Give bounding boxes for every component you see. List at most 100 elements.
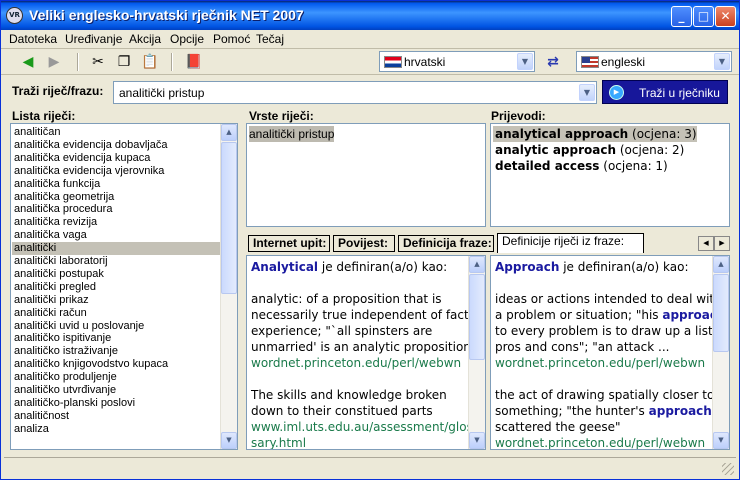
search-label: Traži riječ/frazu:	[12, 84, 104, 98]
list-item[interactable]: analitička funkcija	[14, 178, 100, 191]
list-item[interactable]: analitička revizija	[14, 216, 97, 229]
list-item[interactable]: analitički pregled	[14, 281, 96, 294]
word-list-scrollbar[interactable]: ▲ ▼	[220, 124, 237, 449]
list-item[interactable]: analitički	[12, 242, 220, 256]
app-icon: VR	[6, 7, 23, 24]
search-dictionary-button[interactable]: ▶ Traži u rječniku	[602, 80, 728, 104]
list-item[interactable]: analiza	[14, 423, 49, 436]
word-types-label: Vrste riječi:	[249, 109, 314, 123]
tab-scroll-left-icon[interactable]: ◀	[698, 236, 714, 251]
menu-datoteka[interactable]: Datoteka	[9, 32, 57, 46]
source-link[interactable]: sary.html	[251, 435, 306, 449]
croatian-flag-icon	[384, 56, 402, 68]
translations-panel: analytical approach (ocjena: 3) analytic …	[490, 123, 730, 227]
paste-icon[interactable]: 📋	[139, 52, 161, 72]
definition-heading: Analytical je definiran(a/o) kao:	[251, 259, 447, 275]
list-item[interactable]: analitička procedura	[14, 203, 112, 216]
source-language-select[interactable]: hrvatski ▼	[379, 51, 535, 72]
resize-grip-icon[interactable]	[722, 463, 734, 475]
translation-item[interactable]: detailed access (ocjena: 1)	[495, 158, 668, 174]
definition-fragment: pros and cons"; "an attack ...	[495, 340, 670, 354]
defined-word[interactable]: Approach	[495, 260, 559, 274]
list-item[interactable]: analitičko istraživanje	[14, 345, 118, 358]
scroll-thumb[interactable]	[713, 274, 729, 352]
definition-text: wordnet.princeton.edu/perl/webwn	[495, 435, 705, 449]
list-item[interactable]: analitički uvid u poslovanje	[14, 320, 144, 333]
chevron-down-icon[interactable]: ▼	[579, 84, 595, 101]
us-flag-icon	[581, 56, 599, 68]
scroll-up-icon[interactable]: ▲	[221, 124, 237, 141]
menu-pomoc[interactable]: Pomoć	[213, 32, 250, 46]
definition-right-scrollbar[interactable]: ▲ ▼	[712, 256, 729, 449]
dictionary-tool-icon[interactable]: 📕	[183, 52, 205, 72]
menu-opcije[interactable]: Opcije	[170, 32, 204, 46]
definition-text: ideas or actions intended to deal with	[495, 291, 722, 307]
list-item[interactable]: analitičko ispitivanje	[14, 332, 111, 345]
definition-text: wordnet.princeton.edu/perl/webwn	[495, 355, 705, 371]
back-arrow-icon[interactable]: ◀	[17, 52, 39, 72]
list-item[interactable]: analitički laboratorij	[14, 255, 108, 268]
tab-povijest[interactable]: Povijest:	[333, 235, 395, 252]
translation-item[interactable]: analytical approach (ocjena: 3)	[493, 126, 697, 142]
list-item[interactable]: analitičko knjigovodstvo kupaca	[14, 358, 168, 371]
source-link[interactable]: wordnet.princeton.edu/perl/webwn	[495, 436, 705, 449]
chevron-down-icon[interactable]: ▼	[714, 53, 730, 70]
tab-internet-upit[interactable]: Internet upit:	[248, 235, 330, 252]
play-icon: ▶	[609, 85, 624, 100]
source-link[interactable]: www.iml.uts.edu.au/assessment/glos	[251, 419, 473, 435]
scroll-down-icon[interactable]: ▼	[221, 432, 237, 449]
definition-intro: je definiran(a/o) kao:	[559, 260, 689, 274]
minimize-button[interactable]: _	[671, 6, 692, 27]
scroll-thumb[interactable]	[469, 274, 485, 360]
list-item[interactable]: analitičko utvrđivanje	[14, 384, 116, 397]
forward-arrow-icon[interactable]: ▶	[43, 52, 65, 72]
menu-uredivanje[interactable]: Uređivanje	[65, 32, 122, 46]
list-item[interactable]: analitička geometrija	[14, 191, 114, 204]
menu-akcija[interactable]: Akcija	[129, 32, 161, 46]
translation-item[interactable]: analytic approach (ocjena: 2)	[495, 142, 684, 158]
highlighted-word[interactable]: approach	[649, 404, 712, 418]
definition-text: The skills and knowledge broken	[251, 388, 447, 402]
title-bar[interactable]: VR Veliki englesko-hrvatski rječnik NET …	[1, 1, 739, 30]
cut-icon[interactable]: ✂	[87, 52, 109, 72]
tab-scroll-right-icon[interactable]: ▶	[714, 236, 730, 251]
scroll-down-icon[interactable]: ▼	[469, 432, 485, 449]
scroll-down-icon[interactable]: ▼	[713, 432, 729, 449]
search-input-value: analitički pristup	[119, 86, 205, 100]
scroll-thumb[interactable]	[221, 142, 237, 294]
tab-definicija-fraze[interactable]: Definicija fraze:	[398, 235, 494, 252]
source-link[interactable]: wordnet.princeton.edu/perl/webwn	[495, 356, 705, 370]
copy-icon[interactable]: ❐	[113, 52, 135, 72]
chevron-down-icon[interactable]: ▼	[517, 53, 533, 70]
definition-left-scrollbar[interactable]: ▲ ▼	[468, 256, 485, 449]
list-item[interactable]: analitički prikaz	[14, 294, 89, 307]
list-item[interactable]: analitičnost	[14, 410, 69, 423]
list-item[interactable]: analitička evidencija kupaca	[14, 152, 150, 165]
definition-fragment: to every problem is to draw up a list of	[495, 324, 729, 338]
list-item[interactable]: analitička evidencija vjerovnika	[14, 165, 164, 178]
list-item[interactable]: analitička evidencija dobavljača	[14, 139, 167, 152]
scroll-up-icon[interactable]: ▲	[713, 256, 729, 273]
scroll-up-icon[interactable]: ▲	[469, 256, 485, 273]
target-language-select[interactable]: engleski ▼	[576, 51, 732, 72]
definition-fragment: the act of drawing spatially closer to	[495, 388, 715, 402]
translation-term: detailed access	[495, 159, 600, 173]
close-button[interactable]: ✕	[715, 6, 736, 27]
menu-tecaj[interactable]: Tečaj	[256, 32, 284, 46]
list-item[interactable]: analitičko-planski poslovi	[14, 397, 135, 410]
list-item[interactable]: analitički postupak	[14, 268, 104, 281]
list-item[interactable]: analitički račun	[14, 307, 87, 320]
defined-word[interactable]: Analytical	[251, 260, 318, 274]
list-item[interactable]: analitičan	[14, 126, 60, 139]
maximize-button[interactable]: □	[693, 6, 714, 27]
source-link[interactable]: wordnet.princeton.edu/perl/webwn	[251, 355, 461, 371]
translation-term: analytic approach	[495, 143, 617, 157]
definition-heading: Approach je definiran(a/o) kao:	[495, 259, 689, 275]
list-item[interactable]: analitička vaga	[14, 229, 87, 242]
swap-languages-icon[interactable]: ⇄	[542, 52, 564, 72]
list-item[interactable]: analitičko produljenje	[14, 371, 117, 384]
search-input[interactable]: analitički pristup ▼	[113, 81, 597, 104]
tab-definicije-rijeci[interactable]: Definicije riječi iz fraze:	[497, 233, 644, 253]
word-type-item[interactable]: analitički pristup	[249, 126, 335, 142]
word-list[interactable]: analitičan analitička evidencija dobavlja…	[10, 123, 238, 450]
